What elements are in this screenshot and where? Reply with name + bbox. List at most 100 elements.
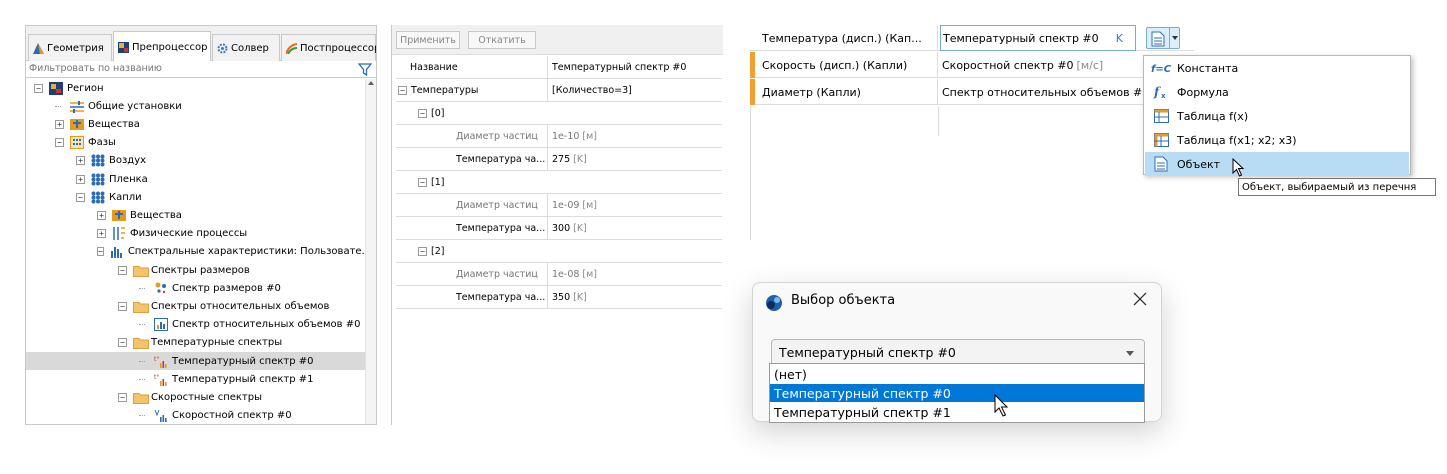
tooltip: Объект, выбираемый из перечня <box>1238 178 1436 196</box>
processes-icon <box>112 227 126 241</box>
tree-item[interactable]: − Спектры размеров <box>26 261 366 279</box>
tree-item[interactable]: − Спектральные характеристики: Пользовате… <box>26 243 371 261</box>
tree-item-label: Скоростные спектры <box>151 391 262 403</box>
object-combobox[interactable]: Температурный спектр #0 <box>771 339 1145 366</box>
tree-item[interactable]: + Физические процессы <box>26 225 366 243</box>
menu-item-table[interactable]: Таблица f(x) <box>1145 104 1409 128</box>
filter-input[interactable] <box>26 61 346 76</box>
tree-item[interactable]: Общие установки <box>26 97 366 115</box>
prop-unit: [м] <box>582 269 597 280</box>
tree-item[interactable]: Спектр относительных объемов #0 <box>26 316 366 334</box>
tree-item-label: Спектр относительных объемов #0 <box>172 319 361 331</box>
prop-value-cell[interactable]: Температурный спектр #0 <box>552 56 720 79</box>
tree-item[interactable]: t° Температурный спектр #0 <box>26 352 366 371</box>
tree-scrollbar[interactable] <box>365 79 376 424</box>
option-temperature-spectrum-0[interactable]: Температурный спектр #0 <box>770 384 1144 402</box>
tree-item[interactable]: + Пленка <box>26 170 366 188</box>
menu-item-constant[interactable]: f=C Константа <box>1145 56 1409 80</box>
editor-row-temperature[interactable]: Температура (дисп.) (Кап... Температурны… <box>750 25 1194 51</box>
tree-item[interactable]: Скоростной спектр #0 <box>26 407 366 424</box>
expand-icon[interactable]: + <box>76 156 85 166</box>
prop-value-cell[interactable]: 1e-09 [м] <box>552 194 720 217</box>
tree-item-label: Регион <box>67 82 104 94</box>
editor-value-field[interactable]: Температурный спектр #0 K <box>940 25 1136 51</box>
prop-name: [1] <box>431 177 445 188</box>
option-temperature-spectrum-1[interactable]: Температурный спектр #1 <box>770 403 1144 421</box>
option-none[interactable]: (нет) <box>770 365 1144 383</box>
editor-row-value: Скоростной спектр #0 <box>942 58 1074 72</box>
prop-value-cell[interactable]: 1e-08 [м] <box>552 263 720 286</box>
prop-value-cell[interactable]: 1e-10 [м] <box>552 125 720 148</box>
collapse-icon[interactable]: − <box>398 86 407 95</box>
tree-item-label: Пленка <box>109 173 148 185</box>
menu-item-object[interactable]: Объект <box>1145 152 1409 176</box>
prop-value: 1e-09 <box>552 200 580 211</box>
menu-item-formula[interactable]: fx Формула <box>1145 80 1409 104</box>
property-toolbar: Применить Откатить <box>392 25 723 55</box>
tab-solver[interactable]: Солвер <box>212 34 280 61</box>
collapse-icon[interactable]: − <box>76 192 85 202</box>
prop-row-diameter[interactable]: Диаметр частиц 1e-08 [м] <box>396 263 722 286</box>
object-tree: − Регион Общие установки + Вещества − Фазы + Воз… <box>26 79 371 424</box>
prop-value-cell[interactable]: 300 [K] <box>552 217 720 240</box>
prop-value-cell[interactable]: [Количество=3] <box>552 79 720 102</box>
prop-row-name[interactable]: Название Температурный спектр #0 <box>396 56 722 79</box>
tab-preprocessor[interactable]: Препроцессор <box>113 31 211 62</box>
expand-icon[interactable]: + <box>76 174 85 184</box>
filter-funnel-icon[interactable] <box>357 63 373 77</box>
prop-row-index[interactable]: − [2] <box>396 240 722 263</box>
prop-name-cell: Диаметр частиц <box>396 194 548 217</box>
collapse-icon[interactable]: − <box>97 247 104 257</box>
tree-item[interactable]: − Фазы <box>26 134 366 152</box>
scroll-up-icon[interactable] <box>368 81 374 85</box>
prop-row-index[interactable]: − [1] <box>396 171 722 194</box>
close-icon[interactable] <box>1133 291 1147 310</box>
rollback-button[interactable]: Откатить <box>468 31 536 49</box>
preprocessor-icon <box>118 41 129 53</box>
prop-name-cell: Диаметр частиц <box>396 125 548 148</box>
tree-item[interactable]: − Скоростные спектры <box>26 388 366 406</box>
tree-item[interactable]: Спектр размеров #0 <box>26 279 366 297</box>
collapse-icon[interactable]: − <box>418 178 427 187</box>
apply-button[interactable]: Применить <box>396 31 460 49</box>
tree-item[interactable]: − Температурные спектры <box>26 334 366 352</box>
collapse-icon[interactable]: − <box>118 301 127 311</box>
tree-item[interactable]: − Капли <box>26 188 366 206</box>
tab-postprocessor[interactable]: Постпроцессор <box>281 34 376 61</box>
prop-row-diameter[interactable]: Диаметр частиц 1e-10 [м] <box>396 125 722 148</box>
tree-item[interactable]: + Вещества <box>26 115 366 133</box>
collapse-icon[interactable]: − <box>34 83 43 93</box>
prop-row-index[interactable]: − [0] <box>396 102 722 125</box>
editor-row-unit: [м/с] <box>1076 58 1104 72</box>
prop-value-cell[interactable]: 350 [K] <box>552 286 720 309</box>
tab-geometry[interactable]: Геометрия <box>28 34 112 61</box>
tree-item[interactable]: − Регион <box>26 79 366 97</box>
collapse-icon[interactable]: − <box>418 247 427 256</box>
prop-name: Температуры <box>411 85 479 96</box>
prop-row-temperature[interactable]: Температура ча... 275 [K] <box>396 148 722 171</box>
tree-item[interactable]: − Спектры относительных объемов <box>26 297 366 315</box>
expand-icon[interactable]: + <box>97 229 106 239</box>
prop-name-cell: − [0] <box>396 102 716 125</box>
editor-row-diameter[interactable]: Диаметр (Капли) Спектр относительных объ… <box>750 79 1194 105</box>
collapse-icon[interactable]: − <box>55 138 64 148</box>
menu-item-table-3d[interactable]: Таблица f(x1; x2; x3) <box>1145 128 1409 152</box>
prop-row-temperatures[interactable]: − Температуры [Количество=3] <box>396 79 722 102</box>
expand-icon[interactable]: + <box>55 119 64 129</box>
tree-item[interactable]: t° Температурный спектр #1 <box>26 370 366 388</box>
expand-icon[interactable]: + <box>97 210 106 220</box>
prop-name: Температура ча... <box>456 154 546 165</box>
collapse-icon[interactable]: − <box>118 338 127 348</box>
prop-row-temperature[interactable]: Температура ча... 350 [K] <box>396 286 722 309</box>
tree-item[interactable]: + Вещества <box>26 206 366 224</box>
prop-value-cell[interactable]: 275 [K] <box>552 148 720 171</box>
editor-row-velocity[interactable]: Скорость (дисп.) (Капли) Скоростной спек… <box>750 52 1194 78</box>
collapse-icon[interactable]: − <box>118 265 127 275</box>
tree-item[interactable]: + Воздух <box>26 152 366 170</box>
prop-name-cell: Название <box>396 56 548 79</box>
collapse-icon[interactable]: − <box>418 109 427 118</box>
collapse-icon[interactable]: − <box>118 392 127 402</box>
value-type-dropdown-button[interactable] <box>1146 27 1180 49</box>
prop-row-diameter[interactable]: Диаметр частиц 1e-09 [м] <box>396 194 722 217</box>
prop-row-temperature[interactable]: Температура ча... 300 [K] <box>396 217 722 240</box>
